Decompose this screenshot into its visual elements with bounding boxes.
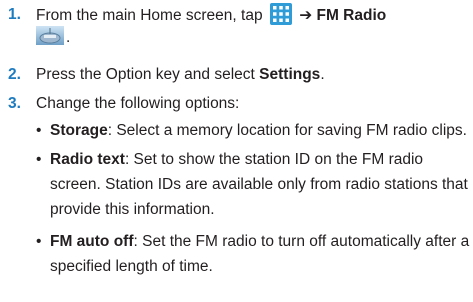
option-description: : Set to show the station ID on the FM r… bbox=[124, 151, 424, 168]
option-label: FM auto off bbox=[50, 233, 134, 250]
bullet-glyph: • bbox=[36, 233, 42, 250]
step-1: 1. From the main Home screen, tap ➔ FM R… bbox=[0, 3, 473, 49]
option-line: Radio text: Set to show the station ID o… bbox=[50, 147, 468, 172]
option-label: Storage bbox=[50, 122, 108, 139]
apps-grid-icon bbox=[269, 3, 292, 25]
arrow-glyph: ➔ bbox=[299, 7, 313, 24]
step-3: 3. Change the following options: bbox=[0, 92, 473, 116]
bullet-glyph: • bbox=[36, 151, 42, 168]
option-description-continued: screen. Station IDs are available only f… bbox=[50, 176, 468, 193]
option-description-continued: specified length of time. bbox=[50, 258, 213, 275]
step-text: From the main Home screen, tap ➔ FM Radi… bbox=[36, 3, 386, 27]
step-1-trailing: . bbox=[66, 29, 71, 46]
app-name: FM Radio bbox=[316, 7, 387, 24]
option-description: : Set the FM radio to turn off automatic… bbox=[133, 233, 470, 250]
step-1-instruction: From the main Home screen, tap bbox=[36, 7, 263, 24]
option-description-continued: provide this information. bbox=[50, 201, 215, 218]
option-label: Radio text bbox=[50, 151, 125, 168]
step-number: 2. bbox=[8, 66, 21, 83]
step-text: Change the following options: bbox=[36, 95, 240, 112]
option-radio-text: • Radio text: Set to show the station ID… bbox=[36, 147, 468, 222]
option-line: FM auto off: Set the FM radio to turn of… bbox=[50, 229, 469, 254]
step-number: 1. bbox=[8, 6, 21, 23]
fm-radio-app-icon bbox=[36, 26, 64, 45]
instructions-document: 1. From the main Home screen, tap ➔ FM R… bbox=[0, 0, 473, 302]
step-2-instruction: Press the Option key and select bbox=[36, 66, 255, 83]
option-storage: • Storage: Select a memory location for … bbox=[36, 118, 467, 143]
step-number: 3. bbox=[8, 95, 21, 112]
settings-menu-name: Settings bbox=[259, 66, 321, 83]
step-2: 2. Press the Option key and select Setti… bbox=[0, 63, 473, 87]
step-text: Press the Option key and select Settings… bbox=[36, 63, 325, 86]
option-fm-auto-off: • FM auto off: Set the FM radio to turn … bbox=[36, 229, 469, 279]
step-2-trailing: . bbox=[320, 66, 325, 83]
option-description: : Select a memory location for saving FM… bbox=[107, 122, 467, 139]
bullet-glyph: • bbox=[36, 122, 42, 139]
option-line: Storage: Select a memory location for sa… bbox=[50, 118, 467, 143]
